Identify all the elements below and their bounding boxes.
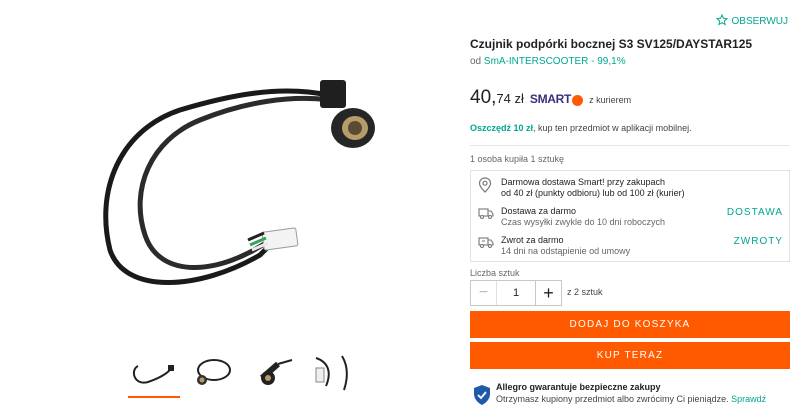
smart-badge[interactable]: SMART <box>529 92 584 106</box>
seller-prefix: od <box>470 56 482 67</box>
product-gallery <box>0 0 455 406</box>
quantity-stepper: − 1 + <box>470 280 562 306</box>
shield-icon <box>472 384 492 405</box>
courier-label: z kurierem <box>589 95 632 105</box>
app-discount-note: Oszczędź 10 zł, kup ten przedmiot w apli… <box>470 123 692 133</box>
follow-label: OBSERWUJ <box>731 16 789 27</box>
price: 40,74 zł <box>470 87 524 109</box>
free-return-title: Zwrot za darmo <box>501 235 564 245</box>
buy-now-button[interactable]: KUP TERAZ <box>470 342 790 369</box>
discount-amount: Oszczędź 10 zł <box>470 123 534 133</box>
delivery-link[interactable]: DOSTAWA <box>727 207 783 218</box>
purchase-count: 1 osoba kupiła 1 sztukę <box>470 154 565 164</box>
seller-link[interactable]: SmA-INTERSCOOTER - 99,1% <box>484 56 626 67</box>
smart-delivery-text: Darmowa dostawa Smart! przy zakupach od … <box>501 177 685 199</box>
price-row: 40,74 zł SMART z kurierem <box>470 87 631 109</box>
smart-delivery-line2: od 40 zł (punkty odbioru) lub od 100 zł … <box>501 188 685 198</box>
thumbnail-strip <box>128 352 360 398</box>
quantity-input[interactable]: 1 <box>497 281 535 305</box>
free-delivery-title: Dostawa za darmo <box>501 206 577 216</box>
thumbnail-4[interactable] <box>308 352 360 396</box>
smart-label: SMART <box>529 92 572 106</box>
thumbnail-2[interactable] <box>188 352 240 396</box>
guarantee-title: Allegro gwarantuje bezpieczne zakupy <box>496 382 661 392</box>
main-product-image[interactable] <box>80 40 380 340</box>
free-delivery-text: Dostawa za darmo Czas wysyłki zwykle do … <box>501 206 665 228</box>
add-to-cart-button[interactable]: DODAJ DO KOSZYKA <box>470 311 790 338</box>
guarantee-text: Otrzymasz kupiony przedmiot albo zwrócim… <box>496 394 729 404</box>
thumbnail-1[interactable] <box>128 352 180 398</box>
decrease-quantity-button[interactable]: − <box>471 281 497 305</box>
thumbnail-3[interactable] <box>248 352 300 396</box>
free-delivery-subtitle: Czas wysyłki zwykle do 10 dni roboczych <box>501 217 666 227</box>
guarantee-link[interactable]: Sprawdź <box>731 394 766 404</box>
star-icon <box>715 13 728 29</box>
smart-delivery-line1: Darmowa dostawa Smart! przy zakupach <box>501 177 666 187</box>
follow-button[interactable]: OBSERWUJ <box>715 13 789 29</box>
increase-quantity-button[interactable]: + <box>535 281 561 305</box>
offer-panel: OBSERWUJ Czujnik podpórki bocznej S3 SV1… <box>470 0 790 406</box>
product-title: Czujnik podpórki bocznej S3 SV125/DAYSTA… <box>470 37 753 51</box>
discount-text: , kup ten przedmiot w aplikacji mobilnej… <box>533 123 692 133</box>
truck-icon <box>478 206 494 220</box>
price-integer: 40, <box>470 87 497 108</box>
seller-line: od SmA-INTERSCOOTER - 99,1% <box>470 56 626 67</box>
delivery-info-box: Darmowa dostawa Smart! przy zakupach od … <box>470 170 790 262</box>
returns-link[interactable]: ZWROTY <box>734 236 783 247</box>
location-pin-icon <box>478 177 492 193</box>
free-return-text: Zwrot za darmo 14 dni na odstąpienie od … <box>501 235 630 257</box>
divider <box>470 145 790 146</box>
price-decimal: 74 zł <box>496 91 524 106</box>
free-return-subtitle: 14 dni na odstąpienie od umowy <box>501 246 631 256</box>
smart-info-icon <box>572 94 584 106</box>
guarantee-text-line: Otrzymasz kupiony przedmiot albo zwrócim… <box>496 394 766 404</box>
return-truck-icon <box>478 235 494 249</box>
quantity-available: z 2 sztuk <box>567 287 603 297</box>
quantity-label: Liczba sztuk <box>470 268 520 278</box>
